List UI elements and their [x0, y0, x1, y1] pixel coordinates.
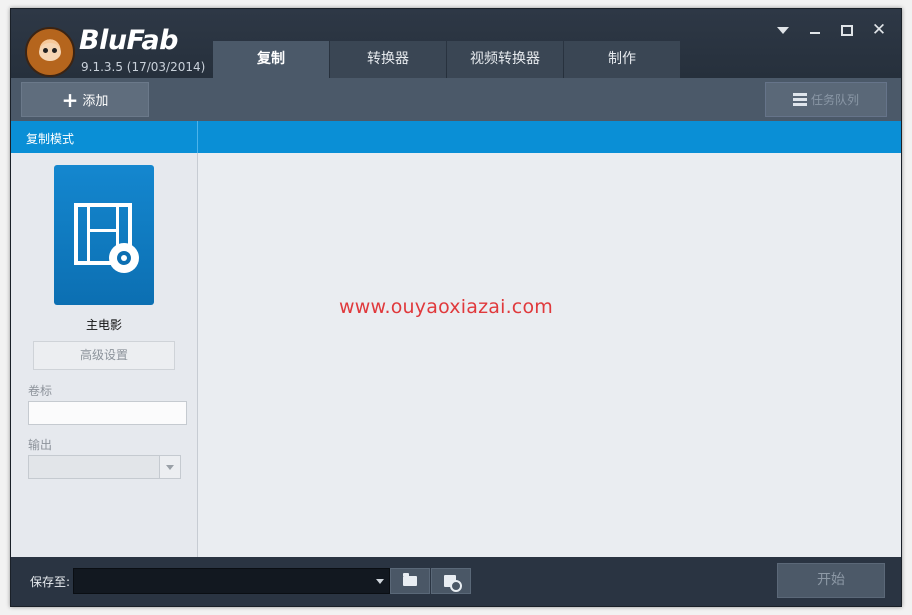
minimize-icon: [810, 32, 820, 34]
task-queue-button[interactable]: 任务队列: [765, 82, 887, 117]
close-icon: ✕: [871, 20, 887, 40]
folder-icon: [403, 573, 417, 586]
output-label: 输出: [28, 438, 53, 452]
dropdown-triangle-icon: [777, 26, 789, 34]
tab-create[interactable]: 制作: [564, 41, 680, 78]
watermark-text: www.ouyaoxiazai.com: [339, 296, 553, 318]
task-queue-label: 任务队列: [810, 93, 859, 107]
list-icon: [792, 92, 807, 107]
chevron-down-icon[interactable]: [376, 579, 384, 584]
disc-icon: [109, 243, 139, 273]
save-path-combobox[interactable]: [73, 568, 390, 594]
start-button[interactable]: 开始: [777, 563, 885, 598]
main-tabs: 复制 转换器 视频转换器 制作: [213, 41, 681, 78]
tab-video-converter[interactable]: 视频转换器: [447, 41, 563, 78]
copy-mode-title: 复制模式: [26, 132, 75, 146]
main-content-area: www.ouyaoxiazai.com: [198, 153, 901, 557]
tab-copy[interactable]: 复制: [213, 41, 329, 78]
disc-folder-icon: [444, 575, 462, 592]
mode-name-label: 主电影: [85, 318, 122, 332]
title-bar: BluFab 9.1.3.5 (17/03/2014) 复制 转换器 视频转换器…: [11, 9, 901, 78]
monkey-mascot-icon: [25, 27, 75, 77]
minimize-button[interactable]: [799, 17, 831, 43]
chevron-down-icon[interactable]: [159, 456, 180, 478]
maximize-icon: [841, 24, 853, 36]
output-select[interactable]: [28, 455, 181, 479]
advanced-settings-button[interactable]: 高级设置: [33, 341, 175, 370]
window-controls: ✕: [767, 17, 895, 43]
volume-label: 卷标: [28, 384, 53, 398]
tab-converter[interactable]: 转换器: [330, 41, 446, 78]
browse-folder-button[interactable]: [390, 568, 430, 594]
section-header-band: 复制模式: [11, 121, 901, 153]
app-logo: BluFab 9.1.3.5 (17/03/2014): [25, 23, 225, 77]
volume-input[interactable]: [28, 401, 187, 425]
toolbar: + 添加 任务队列: [11, 78, 901, 121]
save-to-label: 保存至:: [30, 575, 71, 589]
app-window: BluFab 9.1.3.5 (17/03/2014) 复制 转换器 视频转换器…: [10, 8, 902, 607]
footer-bar: 保存至: 开始: [11, 557, 901, 606]
band-divider: [197, 121, 198, 153]
left-panel: 主电影 高级设置 卷标 输出: [11, 153, 198, 557]
app-name: BluFab: [79, 25, 178, 56]
app-version: 9.1.3.5 (17/03/2014): [81, 60, 206, 74]
close-button[interactable]: ✕: [863, 17, 895, 43]
plus-icon: +: [61, 87, 79, 112]
maximize-button[interactable]: [831, 17, 863, 43]
add-button-label: 添加: [82, 94, 109, 109]
add-button[interactable]: + 添加: [21, 82, 149, 117]
main-movie-mode-tile[interactable]: [54, 165, 154, 305]
menu-dropdown-button[interactable]: [767, 17, 799, 43]
open-output-button[interactable]: [431, 568, 471, 594]
